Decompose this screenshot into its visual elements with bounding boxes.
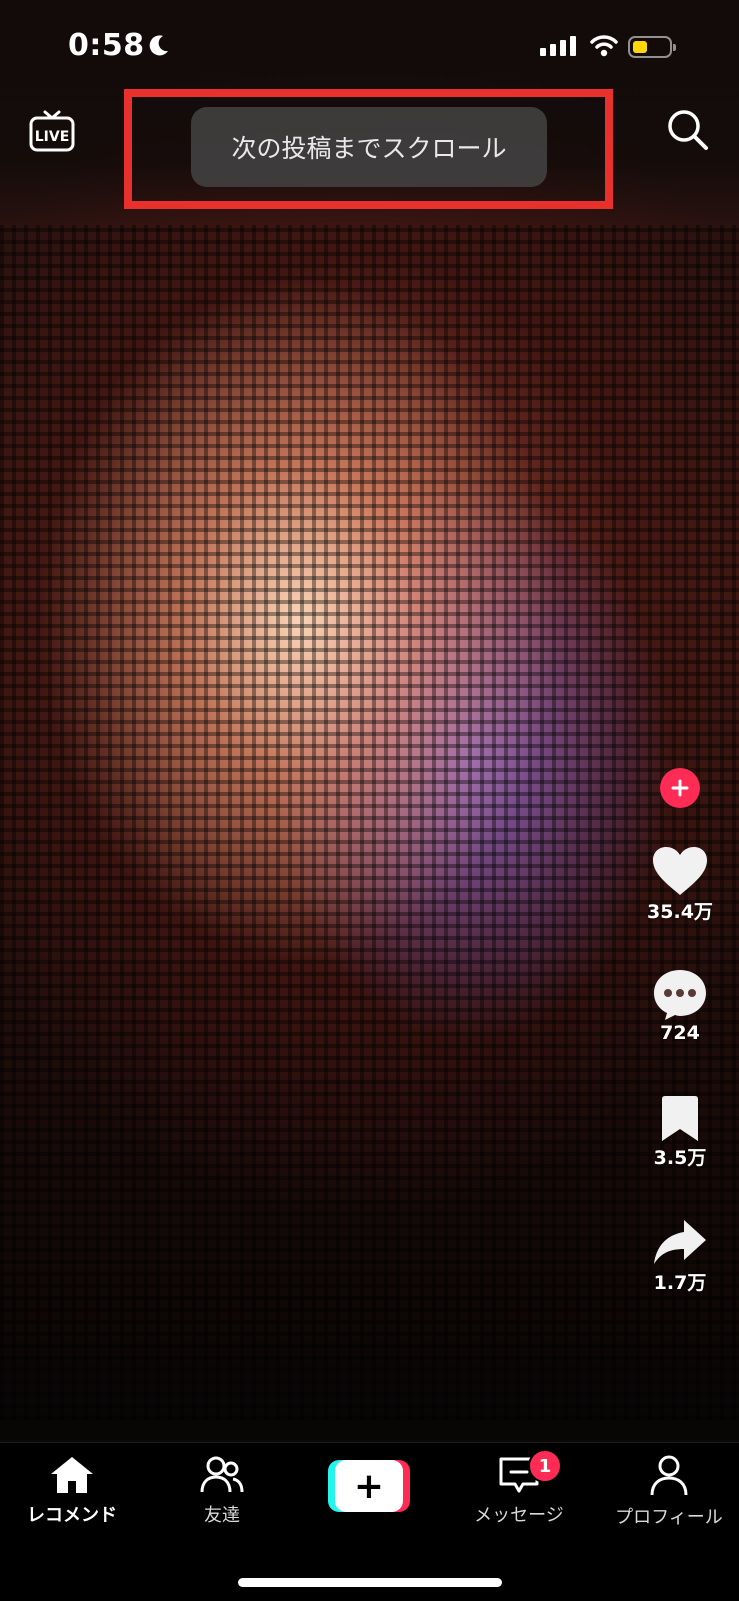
nav-profile[interactable]: プロフィール [604, 1455, 734, 1529]
plus-icon [671, 779, 689, 797]
nav-profile-label: プロフィール [615, 1507, 723, 1528]
comment-count: 724 [660, 1022, 700, 1044]
home-icon [51, 1457, 93, 1493]
live-tv-icon: LIVE [29, 110, 75, 152]
nav-home-label: レコメンド [27, 1505, 117, 1526]
bookmark-icon [662, 1096, 698, 1141]
battery-icon [628, 36, 676, 58]
live-button[interactable]: LIVE [28, 108, 76, 154]
search-icon [668, 110, 708, 150]
share-button[interactable]: 1.7万 [644, 1218, 716, 1295]
status-time: 0:58 [68, 28, 145, 63]
comment-button[interactable]: 724 [644, 968, 716, 1044]
home-indicator[interactable] [238, 1578, 502, 1587]
bookmark-button[interactable]: 3.5万 [644, 1095, 716, 1170]
like-count: 35.4万 [647, 901, 713, 923]
plus-icon: + [335, 1460, 403, 1512]
moon-icon [148, 34, 170, 62]
friends-icon [200, 1456, 244, 1493]
nav-messages-label: メッセージ [474, 1505, 564, 1526]
cellular-signal-icon [540, 36, 576, 56]
message-badge: 1 [528, 1449, 562, 1483]
scroll-hint-toast: 次の投稿までスクロール [191, 107, 547, 187]
comment-icon [654, 970, 706, 1020]
nav-friends-label: 友達 [204, 1505, 240, 1526]
wifi-icon [590, 34, 618, 62]
follow-button[interactable] [660, 768, 700, 808]
share-count: 1.7万 [653, 1272, 707, 1294]
save-count: 3.5万 [653, 1147, 707, 1169]
search-button[interactable] [666, 108, 710, 152]
status-bar: 0:58 [0, 0, 739, 96]
like-button[interactable]: 35.4万 [644, 845, 716, 924]
profile-icon [650, 1455, 688, 1496]
share-arrow-icon [654, 1220, 706, 1264]
nav-friends[interactable]: 友達 [182, 1455, 262, 1527]
heart-icon [653, 847, 707, 895]
live-label: LIVE [35, 129, 70, 145]
create-post-button[interactable]: + [328, 1460, 410, 1512]
nav-home[interactable]: レコメンド [22, 1455, 122, 1527]
